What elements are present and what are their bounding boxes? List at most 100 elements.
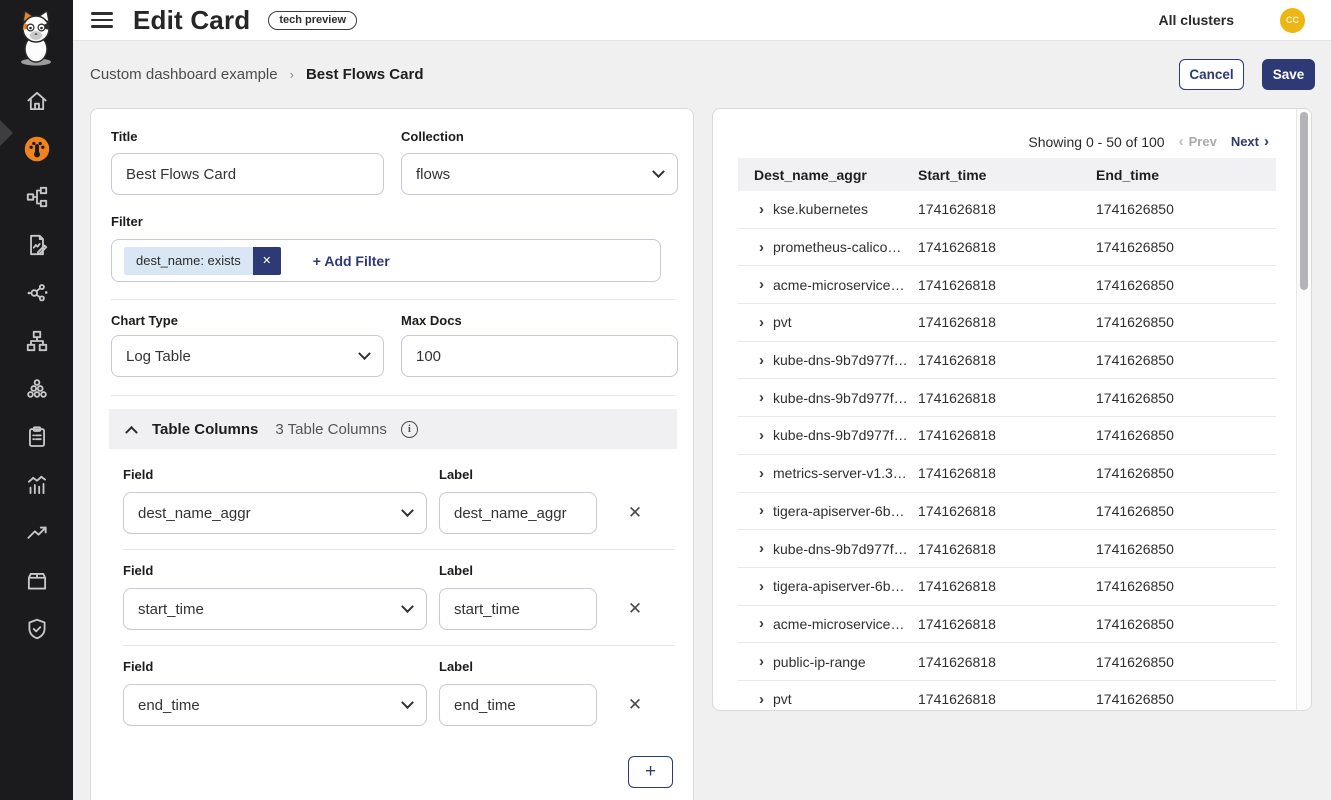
remove-column-icon[interactable]: ✕ <box>622 692 648 718</box>
expand-row-icon[interactable]: › <box>759 579 764 594</box>
chevron-right-icon: › <box>1264 133 1269 150</box>
dest-name-cell: acme-microservice… <box>773 277 904 293</box>
expand-row-icon[interactable]: › <box>759 277 764 292</box>
breadcrumb-parent[interactable]: Custom dashboard example <box>90 66 278 83</box>
max-docs-label: Max Docs <box>401 313 462 328</box>
sidebar-item-compliance[interactable] <box>0 413 73 461</box>
expand-row-icon[interactable]: › <box>759 692 764 707</box>
next-page-button[interactable]: Next › <box>1231 133 1269 150</box>
collection-select[interactable]: flows <box>401 153 678 195</box>
column-label-input[interactable]: dest_name_aggr <box>439 492 597 534</box>
table-row[interactable]: › kube-dns-9b7d977f… 1741626818 17416268… <box>738 342 1276 380</box>
expand-row-icon[interactable]: › <box>759 616 764 631</box>
expand-row-icon[interactable]: › <box>759 240 764 255</box>
table-row[interactable]: › pvt 1741626818 1741626850 <box>738 681 1276 711</box>
start-time-cell: 1741626818 <box>918 503 1096 519</box>
chart-type-select[interactable]: Log Table <box>111 335 384 377</box>
remove-column-icon[interactable]: ✕ <box>622 500 648 526</box>
sidebar-item-clusters[interactable] <box>0 365 73 413</box>
add-column-button[interactable]: + <box>628 756 673 788</box>
dest-name-cell: kube-dns-9b7d977f… <box>773 352 908 368</box>
dest-name-cell: pvt <box>773 314 792 330</box>
column-header: Start_time <box>918 167 1096 183</box>
top-header: Edit Card tech preview All clusters CC <box>73 0 1331 41</box>
end-time-cell: 1741626850 <box>1096 578 1276 594</box>
sidebar-item-service-graph[interactable] <box>0 269 73 317</box>
hamburger-menu-icon[interactable] <box>91 8 113 32</box>
start-time-cell: 1741626818 <box>918 314 1096 330</box>
remove-filter-icon[interactable]: ✕ <box>253 247 281 275</box>
column-field-select[interactable]: end_time <box>123 684 427 726</box>
start-time-cell: 1741626818 <box>918 578 1096 594</box>
expand-row-icon[interactable]: › <box>759 654 764 669</box>
column-label-input[interactable]: end_time <box>439 684 597 726</box>
card-preview-panel: Showing 0 - 50 of 100 ‹ Prev Next › Dest… <box>712 108 1312 711</box>
save-button[interactable]: Save <box>1262 59 1315 90</box>
divider <box>111 395 675 396</box>
title-label: Title <box>111 129 138 144</box>
page-title: Edit Card <box>133 5 250 36</box>
end-time-cell: 1741626850 <box>1096 503 1276 519</box>
scrollbar-track[interactable] <box>1296 109 1311 710</box>
table-row[interactable]: › kse.kubernetes 1741626818 1741626850 <box>738 191 1276 229</box>
table-columns-section-toggle[interactable]: Table Columns 3 Table Columns i <box>109 409 677 449</box>
table-row[interactable]: › metrics-server-v1.3… 1741626818 174162… <box>738 455 1276 493</box>
sidebar-item-network-sets[interactable] <box>0 317 73 365</box>
sidebar-item-network-topology[interactable] <box>0 173 73 221</box>
table-row[interactable]: › acme-microservice… 1741626818 17416268… <box>738 606 1276 644</box>
threat-feed-icon <box>24 520 50 546</box>
table-row[interactable]: › pvt 1741626818 1741626850 <box>738 304 1276 342</box>
breadcrumb-bar: Custom dashboard example › Best Flows Ca… <box>73 41 1331 108</box>
remove-column-icon[interactable]: ✕ <box>622 596 648 622</box>
expand-row-icon[interactable]: › <box>759 353 764 368</box>
expand-row-icon[interactable]: › <box>759 390 764 405</box>
sidebar-item-home[interactable] <box>0 77 73 125</box>
scrollbar-thumb[interactable] <box>1300 112 1308 290</box>
table-row[interactable]: › kube-dns-9b7d977f… 1741626818 17416268… <box>738 417 1276 455</box>
expand-row-icon[interactable]: › <box>759 315 764 330</box>
filter-input[interactable]: dest_name: exists ✕ + Add Filter <box>111 239 661 282</box>
prev-page-button[interactable]: ‹ Prev <box>1179 133 1217 150</box>
start-time-cell: 1741626818 <box>918 427 1096 443</box>
sidebar-item-security-shield[interactable] <box>0 605 73 653</box>
expand-row-icon[interactable]: › <box>759 466 764 481</box>
compliance-icon <box>24 424 50 450</box>
expand-row-icon[interactable]: › <box>759 428 764 443</box>
end-time-cell: 1741626850 <box>1096 239 1276 255</box>
title-input[interactable]: Best Flows Card <box>111 153 384 195</box>
sidebar-item-packages[interactable] <box>0 557 73 605</box>
table-row[interactable]: › prometheus-calico… 1741626818 17416268… <box>738 229 1276 267</box>
table-row[interactable]: › kube-dns-9b7d977f… 1741626818 17416268… <box>738 379 1276 417</box>
dest-name-cell: pvt <box>773 691 792 707</box>
table-row[interactable]: › tigera-apiserver-6b… 1741626818 174162… <box>738 493 1276 531</box>
sidebar-item-reports[interactable] <box>0 221 73 269</box>
end-time-cell: 1741626850 <box>1096 201 1276 217</box>
column-label-input[interactable]: start_time <box>439 588 597 630</box>
sidebar-item-dashboards[interactable] <box>0 125 73 173</box>
dest-name-cell: kube-dns-9b7d977f… <box>773 427 908 443</box>
table-row[interactable]: › public-ip-range 1741626818 1741626850 <box>738 643 1276 681</box>
sidebar-item-analytics[interactable] <box>0 461 73 509</box>
cancel-button[interactable]: Cancel <box>1179 59 1244 90</box>
column-field-select[interactable]: dest_name_aggr <box>123 492 427 534</box>
table-row[interactable]: › kube-dns-9b7d977f… 1741626818 17416268… <box>738 530 1276 568</box>
table-row[interactable]: › acme-microservice… 1741626818 17416268… <box>738 266 1276 304</box>
add-filter-button[interactable]: + Add Filter <box>313 253 390 269</box>
expand-row-icon[interactable]: › <box>759 541 764 556</box>
max-docs-input[interactable]: 100 <box>401 335 678 377</box>
breadcrumb: Custom dashboard example › Best Flows Ca… <box>90 66 423 83</box>
start-time-cell: 1741626818 <box>918 390 1096 406</box>
info-icon[interactable]: i <box>401 421 418 438</box>
dest-name-cell: public-ip-range <box>773 654 866 670</box>
dest-name-cell: kube-dns-9b7d977f… <box>773 390 908 406</box>
dashboards-icon <box>23 135 51 163</box>
sidebar-item-threat-feed[interactable] <box>0 509 73 557</box>
expand-row-icon[interactable]: › <box>759 202 764 217</box>
column-field-select[interactable]: start_time <box>123 588 427 630</box>
start-time-cell: 1741626818 <box>918 654 1096 670</box>
table-row[interactable]: › tigera-apiserver-6b… 1741626818 174162… <box>738 568 1276 606</box>
user-avatar[interactable]: CC <box>1280 8 1305 33</box>
cluster-selector[interactable]: All clusters <box>1159 12 1234 28</box>
expand-row-icon[interactable]: › <box>759 503 764 518</box>
collection-label: Collection <box>401 129 464 144</box>
